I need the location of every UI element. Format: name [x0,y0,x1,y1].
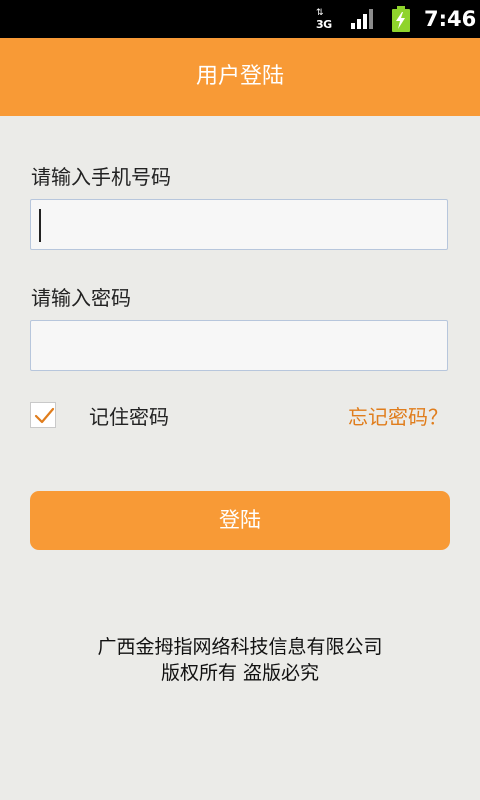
password-input[interactable] [30,320,448,371]
password-label: 请输入密码 [31,286,131,310]
copyright-footer: 广西金拇指网络科技信息有限公司 版权所有 盗版必究 [0,634,480,686]
remember-password-checkbox[interactable] [30,402,56,428]
network-3g-icon: ⇅ 3G [316,9,336,31]
login-button[interactable]: 登陆 [30,491,450,550]
data-activity-icon: ⇅ [316,8,324,18]
phone-label: 请输入手机号码 [31,165,171,189]
copyright-notice: 版权所有 盗版必究 [160,662,320,684]
text-cursor [39,209,41,242]
company-name: 广西金拇指网络科技信息有限公司 [97,636,383,658]
page-title: 用户登陆 [195,64,284,89]
remember-password-label[interactable]: 记住密码 [89,402,169,432]
forgot-password-link[interactable]: 忘记密码？ [340,402,448,432]
clock: 7:46 [424,7,477,31]
battery-charging-icon [392,6,410,32]
status-bar: ⇅ 3G 7:46 [0,0,480,38]
checkmark-icon [34,407,55,424]
app-bar: 用户登陆 [0,38,480,116]
network-type-label: 3G [316,18,332,31]
phone-input[interactable] [30,199,448,250]
signal-strength-icon [351,9,373,29]
login-button-label: 登陆 [219,508,261,532]
